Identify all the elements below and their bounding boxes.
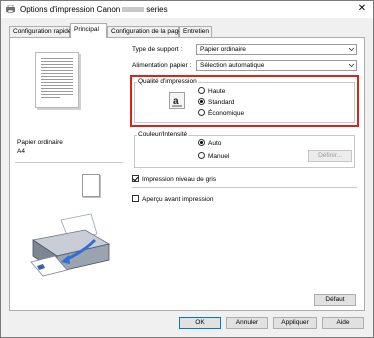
quality-high-label: Haute xyxy=(208,88,226,95)
set-color-button[interactable]: Définir... xyxy=(308,150,352,162)
color-auto-radio[interactable]: Auto xyxy=(198,139,221,148)
media-type-label: Type de support : xyxy=(132,46,183,53)
preview-before-print-label: Aperçu avant impression xyxy=(142,196,214,203)
color-intensity-title: Couleur/Intensité xyxy=(137,131,189,138)
print-options-dialog: Options d'impression Canon series ✕ Confi… xyxy=(0,0,374,338)
paper-source-select[interactable]: Sélection automatique xyxy=(196,60,357,71)
quality-standard-radio[interactable]: Standard xyxy=(198,98,234,107)
quality-economy-label: Économique xyxy=(208,110,245,117)
printer-icon xyxy=(6,5,15,13)
paper-type-text: Papier ordinaire xyxy=(17,139,63,146)
quality-standard-label: Standard xyxy=(208,99,235,106)
section-divider xyxy=(132,187,357,188)
page-preview xyxy=(35,52,79,108)
paper-source-value: Sélection automatique xyxy=(200,62,265,69)
defaults-button[interactable]: Défaut xyxy=(314,294,356,306)
svg-text:a: a xyxy=(173,96,179,107)
color-auto-label: Auto xyxy=(208,140,222,147)
paper-size-text: A4 xyxy=(17,148,25,155)
preview-before-print-checkbox[interactable]: Aperçu avant impression xyxy=(132,195,214,204)
redacted-model-name xyxy=(122,7,145,13)
grayscale-checkbox[interactable]: Impression niveau de gris xyxy=(132,175,216,184)
cancel-button[interactable]: Annuler xyxy=(226,317,268,329)
small-page-icon xyxy=(82,174,100,197)
print-quality-title: Qualité d'impression xyxy=(137,78,198,85)
radio-selected-icon xyxy=(198,98,205,105)
color-manual-label: Manuel xyxy=(208,153,230,160)
quality-economy-radio[interactable]: Économique xyxy=(198,109,244,118)
tab-main[interactable]: Principal xyxy=(70,23,107,38)
apply-button[interactable]: Appliquer xyxy=(273,317,317,329)
checkbox-icon xyxy=(132,195,139,202)
radio-icon xyxy=(198,109,205,116)
tab-page-setup[interactable]: Configuration de la page xyxy=(107,26,182,37)
page-text-lines xyxy=(41,58,73,100)
close-button[interactable]: ✕ xyxy=(351,1,373,18)
print-quality-group xyxy=(134,82,355,123)
help-button[interactable]: Aide xyxy=(322,317,364,329)
window-title-suffix: series xyxy=(146,5,168,14)
window-title: Options d'impression Canon series xyxy=(20,5,168,14)
radio-icon xyxy=(198,87,205,94)
printer-illustration-icon xyxy=(30,213,111,277)
paper-info: Papier ordinaire A4 xyxy=(17,138,117,156)
paper-source-label: Alimentation papier : xyxy=(132,62,192,69)
color-manual-radio[interactable]: Manuel xyxy=(198,152,229,161)
grayscale-label: Impression niveau de gris xyxy=(142,176,217,183)
media-type-value: Papier ordinaire xyxy=(200,46,246,53)
print-quality-icon: a xyxy=(169,92,185,109)
tab-maintenance[interactable]: Entretien xyxy=(179,26,212,37)
close-icon: ✕ xyxy=(357,3,367,14)
radio-icon xyxy=(198,152,205,159)
quality-high-radio[interactable]: Haute xyxy=(198,87,225,96)
ok-button[interactable]: OK xyxy=(179,317,221,329)
chevron-down-icon xyxy=(349,48,354,51)
preview-divider xyxy=(15,162,123,163)
checkbox-checked-icon xyxy=(132,175,139,182)
tab-quick-setup[interactable]: Configuration rapide xyxy=(9,26,72,37)
media-type-select[interactable]: Papier ordinaire xyxy=(196,44,357,55)
window-title-prefix: Options d'impression Canon xyxy=(20,5,121,14)
title-bar: Options d'impression Canon series ✕ xyxy=(1,1,373,18)
radio-selected-icon xyxy=(198,139,205,146)
chevron-down-icon xyxy=(349,64,354,67)
